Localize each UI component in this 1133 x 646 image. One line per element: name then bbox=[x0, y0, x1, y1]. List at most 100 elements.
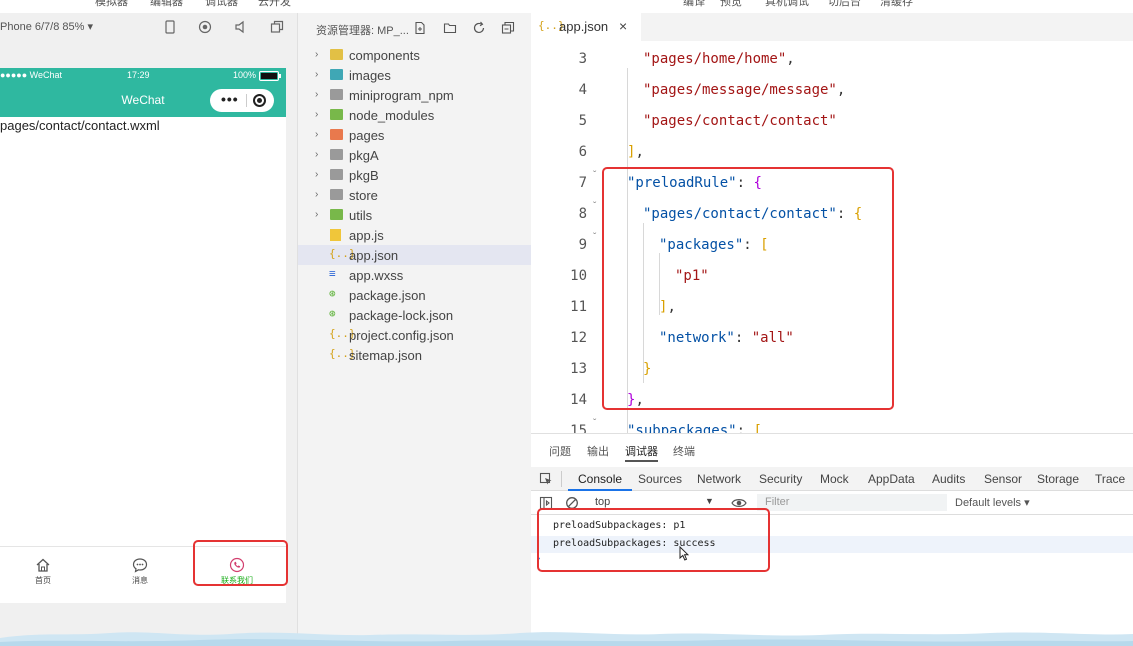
devtools-tab-mock[interactable]: Mock bbox=[820, 472, 849, 486]
file-tree-item-label: components bbox=[349, 48, 420, 63]
tab-problems[interactable]: 问题 bbox=[549, 443, 571, 459]
file-tree-item[interactable]: › pkgB bbox=[298, 165, 532, 185]
devtools-tab-trace[interactable]: Trace bbox=[1095, 472, 1125, 486]
menu-debugger[interactable]: 调试器 bbox=[205, 0, 238, 9]
folder-icon bbox=[330, 69, 343, 80]
close-icon[interactable]: × bbox=[619, 18, 627, 34]
code-text: "pages/contact/contact" bbox=[643, 113, 837, 129]
simulator-panel: Phone 6/7/8 85% ▾ ●●●●● WeChat 17:29 100… bbox=[0, 13, 297, 646]
status-bar: ●●●●● WeChat 17:29 100% bbox=[0, 68, 286, 84]
devtools-tab-sources[interactable]: Sources bbox=[638, 472, 682, 486]
folder-icon bbox=[330, 129, 343, 140]
code-line[interactable]: 4 "pages/message/message", bbox=[531, 75, 1133, 106]
file-tree-item[interactable]: › pages bbox=[298, 125, 532, 145]
device-select[interactable]: Phone 6/7/8 85% ▾ bbox=[0, 20, 93, 33]
file-tree-item-label: pkgB bbox=[349, 168, 379, 183]
code-text: ], bbox=[627, 144, 644, 160]
devtools-tab-audits[interactable]: Audits bbox=[932, 472, 965, 486]
record-icon[interactable] bbox=[198, 20, 212, 34]
file-tree-item[interactable]: › components bbox=[298, 45, 532, 65]
devtools-tab-console[interactable]: Console bbox=[567, 472, 633, 491]
tab-terminal[interactable]: 终端 bbox=[673, 443, 695, 459]
detach-window-icon[interactable] bbox=[270, 20, 284, 34]
devtools-tab-sensor[interactable]: Sensor bbox=[984, 472, 1022, 486]
log-levels-select[interactable]: Default levels ▾ bbox=[955, 496, 1030, 509]
menu-clear-cache[interactable]: 清缓存 bbox=[880, 0, 913, 9]
tab-debugger[interactable]: 调试器 bbox=[625, 443, 658, 462]
chevron-right-icon: › bbox=[315, 169, 319, 180]
more-icon[interactable]: ••• bbox=[221, 92, 239, 106]
file-tree-item[interactable]: ⊛ package-lock.json bbox=[298, 305, 532, 325]
fold-chevron-icon[interactable]: ˇ bbox=[593, 201, 596, 212]
file-tree-item[interactable]: {..} sitemap.json bbox=[298, 345, 532, 365]
context-select[interactable]: top ▼ bbox=[595, 496, 715, 508]
file-tree-item[interactable]: › pkgA bbox=[298, 145, 532, 165]
file-tree-item[interactable]: ⊛ package.json bbox=[298, 285, 532, 305]
filter-placeholder: Filter bbox=[765, 496, 790, 508]
file-tree-item[interactable]: app.js bbox=[298, 225, 532, 245]
editor-tab-app-json[interactable]: {..} app.json × bbox=[531, 13, 641, 41]
menu-background[interactable]: 切后台 bbox=[828, 0, 861, 9]
battery-level: 100% bbox=[233, 70, 257, 80]
collapse-all-icon[interactable] bbox=[501, 21, 515, 35]
devtools-tab-storage[interactable]: Storage bbox=[1037, 472, 1079, 486]
simulator-toolbar: Phone 6/7/8 85% ▾ bbox=[0, 13, 297, 41]
devtools-tabs: Console Sources Network Security Mock Ap… bbox=[531, 467, 1133, 491]
file-tree-item[interactable]: ≡ app.wxss bbox=[298, 265, 532, 285]
filter-input[interactable]: Filter bbox=[757, 494, 947, 511]
chevron-right-icon: › bbox=[315, 49, 319, 60]
menu-preview[interactable]: 预览 bbox=[720, 0, 742, 9]
volume-icon[interactable] bbox=[234, 20, 248, 34]
menu-compile[interactable]: 编译 bbox=[683, 0, 705, 9]
fold-chevron-icon[interactable]: ˇ bbox=[593, 232, 596, 243]
line-number: 6 bbox=[578, 144, 587, 160]
devtools-tab-network[interactable]: Network bbox=[697, 472, 741, 486]
menu-editor[interactable]: 编辑器 bbox=[150, 0, 183, 9]
close-miniprogram-icon[interactable] bbox=[253, 94, 266, 107]
phone-rotate-icon[interactable] bbox=[163, 20, 177, 34]
code-token: : bbox=[736, 423, 754, 433]
menu-remote-debug[interactable]: 真机调试 bbox=[765, 0, 809, 9]
file-tree-item[interactable]: › node_modules bbox=[298, 105, 532, 125]
tab-home[interactable]: 首页 bbox=[13, 553, 73, 586]
line-number: 11 bbox=[570, 299, 587, 315]
file-tree-item[interactable]: › miniprogram_npm bbox=[298, 85, 532, 105]
npm-file-icon: ⊛ bbox=[329, 307, 336, 320]
file-tree-item-label: images bbox=[349, 68, 391, 83]
npm-file-icon: ⊛ bbox=[329, 287, 336, 300]
file-tree-item[interactable]: › images bbox=[298, 65, 532, 85]
chevron-right-icon: › bbox=[315, 89, 319, 100]
file-tree-item[interactable]: › store bbox=[298, 185, 532, 205]
code-text: "pages/home/home", bbox=[643, 51, 795, 67]
menu-simulator[interactable]: 模拟器 bbox=[95, 0, 128, 9]
file-tree-item-label: package-lock.json bbox=[349, 308, 454, 323]
tab-output[interactable]: 输出 bbox=[587, 443, 609, 459]
file-tree-item-label: app.js bbox=[349, 228, 384, 243]
devtools-tab-security[interactable]: Security bbox=[759, 472, 802, 486]
file-tree-item-label: node_modules bbox=[349, 108, 435, 123]
code-line[interactable]: 3 "pages/home/home", bbox=[531, 44, 1133, 75]
file-tree-item[interactable]: {..} project.config.json bbox=[298, 325, 532, 345]
explorer-header: 资源管理器: MP_... bbox=[298, 13, 532, 43]
new-file-icon[interactable] bbox=[413, 21, 427, 35]
menu-cloud[interactable]: 云开发 bbox=[258, 0, 291, 9]
battery-icon bbox=[259, 71, 281, 81]
message-icon bbox=[132, 558, 148, 573]
devtools-tab-appdata[interactable]: AppData bbox=[868, 472, 915, 486]
fold-chevron-icon[interactable]: ˇ bbox=[593, 170, 596, 181]
inspect-element-icon[interactable] bbox=[539, 472, 553, 486]
carrier-text: ●●●●● WeChat bbox=[0, 70, 63, 80]
code-line[interactable]: 15 ˇ "subpackages": [ bbox=[531, 416, 1133, 433]
code-line[interactable]: 5 "pages/contact/contact" bbox=[531, 106, 1133, 137]
line-number: 7 bbox=[578, 175, 587, 191]
fold-chevron-icon[interactable]: ˇ bbox=[593, 418, 596, 429]
new-folder-icon[interactable] bbox=[443, 21, 457, 35]
file-tree-item[interactable]: {..} app.json bbox=[298, 245, 532, 265]
code-line[interactable]: 6], bbox=[531, 137, 1133, 168]
tab-message[interactable]: 消息 bbox=[110, 553, 170, 586]
file-tree-item[interactable]: › utils bbox=[298, 205, 532, 225]
refresh-icon[interactable] bbox=[472, 21, 486, 35]
chevron-right-icon: › bbox=[315, 129, 319, 140]
file-tree-item-label: project.config.json bbox=[349, 328, 454, 343]
code-text: "pages/message/message", bbox=[643, 82, 845, 98]
